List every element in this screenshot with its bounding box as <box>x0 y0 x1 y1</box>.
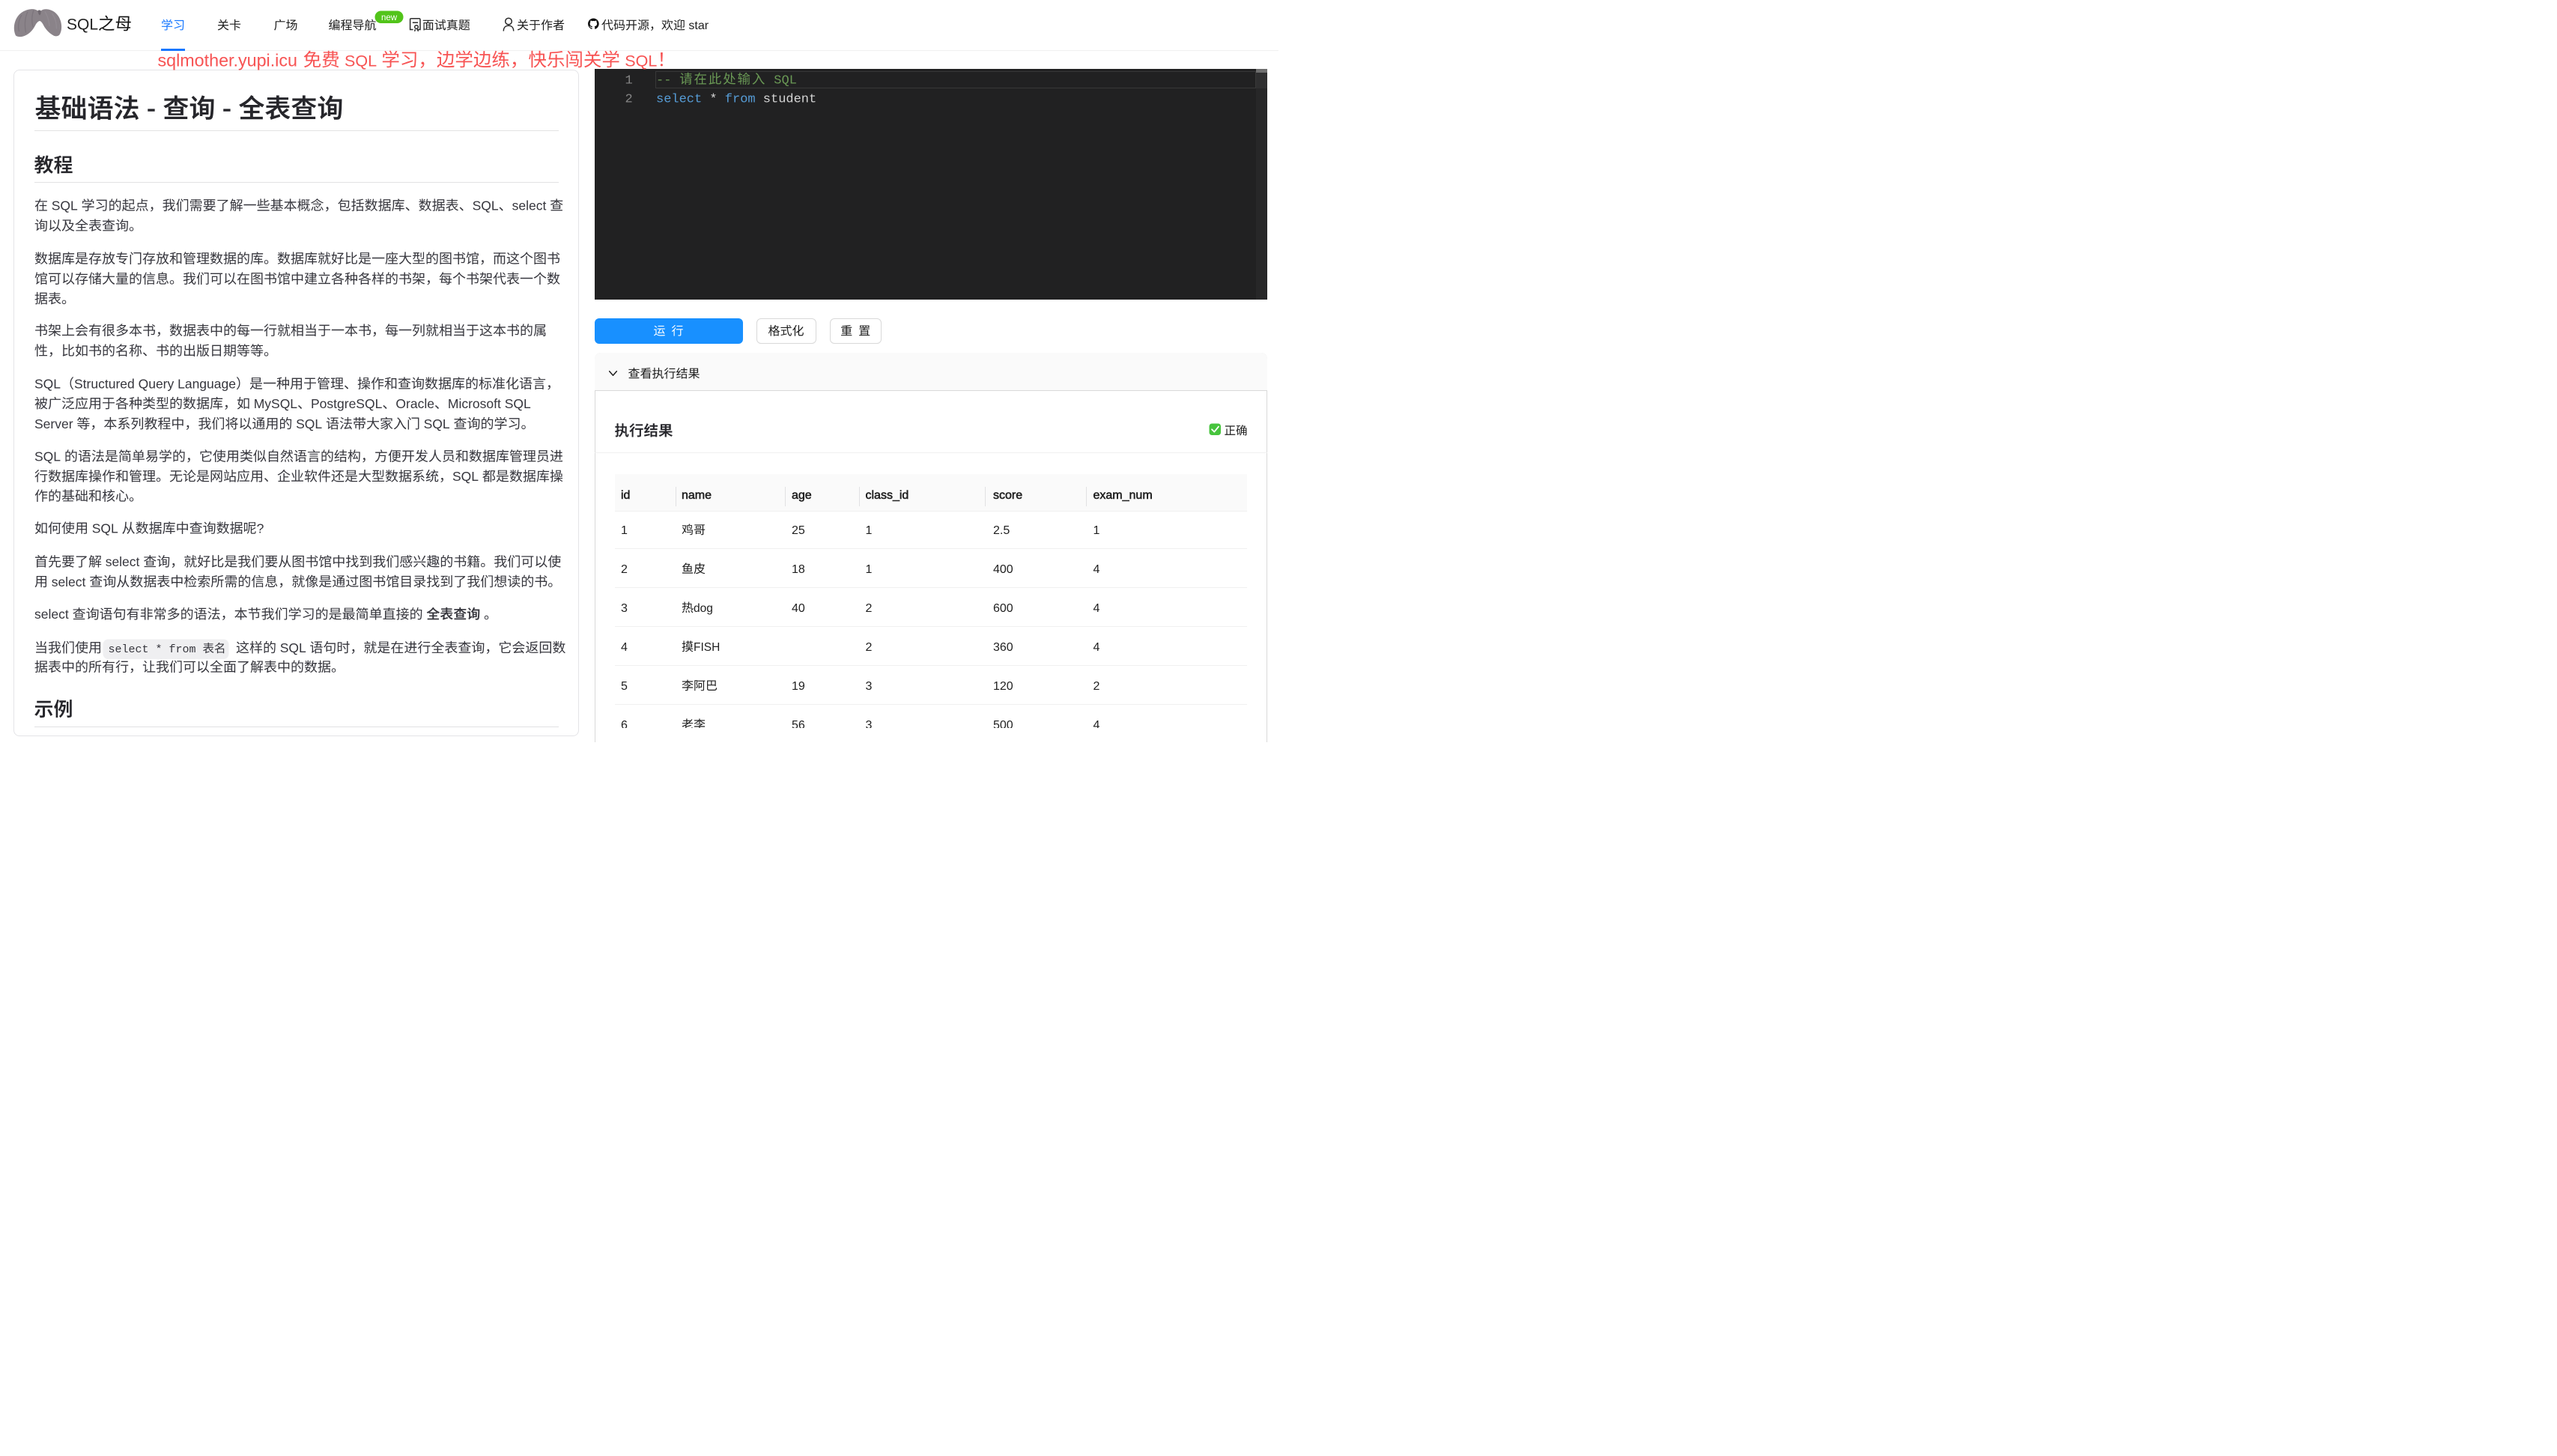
svg-text:2: 2 <box>866 602 873 615</box>
svg-text:120: 120 <box>993 680 1013 693</box>
svg-text:star: star <box>688 19 709 32</box>
svg-text:select: select <box>34 607 69 622</box>
svg-text:dog: dog <box>694 602 713 615</box>
svg-text:4: 4 <box>1094 563 1100 576</box>
svg-text:SQL: SQL <box>67 16 98 34</box>
svg-text:class_id: class_id <box>866 489 909 502</box>
svg-text:4: 4 <box>1094 641 1100 654</box>
svg-text:SQL: SQL <box>280 640 306 655</box>
svg-text:*: * <box>709 93 717 107</box>
svg-text:2: 2 <box>866 641 873 654</box>
svg-text:2.5: 2.5 <box>993 524 1010 537</box>
svg-text:5: 5 <box>621 680 628 693</box>
svg-text:SQL: SQL <box>296 416 322 431</box>
svg-text:1: 1 <box>621 524 628 537</box>
svg-text:40: 40 <box>792 602 805 615</box>
svg-text:2: 2 <box>625 93 633 107</box>
svg-text:select: select <box>106 554 140 569</box>
svg-text:score: score <box>993 489 1022 502</box>
svg-text:3: 3 <box>866 680 873 693</box>
svg-text:student: student <box>763 93 816 107</box>
svg-text:2: 2 <box>1094 680 1100 693</box>
svg-text:select: select <box>52 574 86 589</box>
svg-text:select: select <box>656 93 702 107</box>
svg-text:3: 3 <box>866 719 873 728</box>
svg-text:56: 56 <box>792 719 805 728</box>
svg-text:id: id <box>621 489 630 502</box>
svg-text:Server: Server <box>34 416 73 431</box>
svg-text:PostgreSQL: PostgreSQL <box>311 396 383 411</box>
svg-text:Microsoft SQL: Microsoft SQL <box>448 396 531 411</box>
svg-text:400: 400 <box>993 563 1013 576</box>
svg-text:Structured Query Language: Structured Query Language <box>74 377 236 392</box>
svg-text:sqlmother.yupi.icu: sqlmother.yupi.icu <box>158 50 297 70</box>
svg-text:600: 600 <box>993 602 1013 615</box>
svg-text:1: 1 <box>866 524 873 537</box>
svg-text:4: 4 <box>1094 602 1100 615</box>
svg-text:SQL: SQL <box>34 377 61 392</box>
svg-text:SQL: SQL <box>473 198 499 213</box>
svg-text:SQL: SQL <box>345 52 377 70</box>
svg-text:from: from <box>725 93 756 107</box>
svg-text:1: 1 <box>1094 524 1100 537</box>
svg-text:SQL: SQL <box>52 198 78 213</box>
svg-text:exam_num: exam_num <box>1094 489 1153 502</box>
svg-text:360: 360 <box>993 641 1013 654</box>
svg-text:25: 25 <box>792 524 805 537</box>
svg-text:SQL: SQL <box>625 52 657 70</box>
svg-text:4: 4 <box>1094 719 1100 728</box>
svg-text:SQL: SQL <box>34 449 61 464</box>
svg-text:19: 19 <box>792 680 805 693</box>
svg-text:Oracle: Oracle <box>395 396 434 411</box>
svg-text:age: age <box>792 489 812 502</box>
svg-text:SQL: SQL <box>774 74 797 88</box>
svg-text:name: name <box>682 489 712 502</box>
svg-text:--: -- <box>656 74 671 88</box>
svg-text:?: ? <box>257 521 264 536</box>
svg-text:new: new <box>381 13 398 22</box>
svg-text:2: 2 <box>621 563 628 576</box>
svg-text:3: 3 <box>621 602 628 615</box>
svg-text:SQL: SQL <box>92 521 118 536</box>
svg-text:1: 1 <box>866 563 873 576</box>
svg-text:MySQL: MySQL <box>254 396 298 411</box>
svg-text:SQL: SQL <box>424 416 450 431</box>
svg-text:18: 18 <box>792 563 805 576</box>
svg-text:select: select <box>512 198 547 213</box>
svg-text:1: 1 <box>625 74 633 88</box>
svg-text:FISH: FISH <box>694 641 720 654</box>
svg-text:500: 500 <box>993 719 1013 728</box>
svg-text:SQL: SQL <box>452 469 479 484</box>
svg-text:6: 6 <box>621 719 628 728</box>
svg-text:select * from: select * from <box>109 643 196 656</box>
svg-text:4: 4 <box>621 641 628 654</box>
